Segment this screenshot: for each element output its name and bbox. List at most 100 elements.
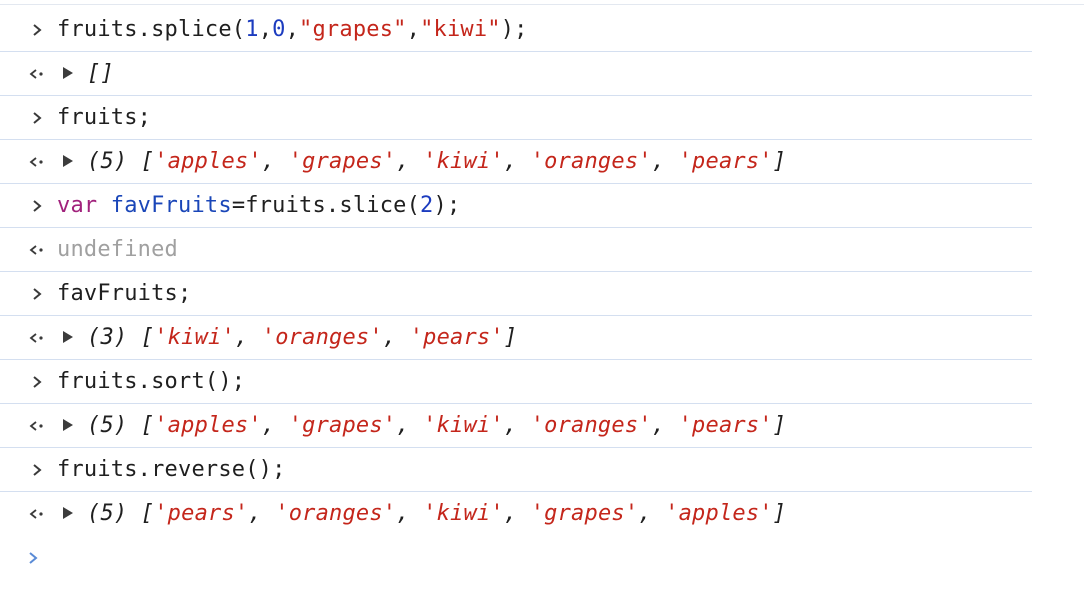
chevron-right-icon xyxy=(26,459,48,481)
array-separator: , xyxy=(261,149,289,174)
console-output-row: (5) ['apples', 'grapes', 'kiwi', 'orange… xyxy=(0,404,1032,448)
triangle-right-icon[interactable] xyxy=(63,419,73,431)
console-top-border xyxy=(0,4,1084,5)
array-item: 'apples' xyxy=(154,413,262,438)
console-output-row: (5) ['apples', 'grapes', 'kiwi', 'orange… xyxy=(0,140,1032,184)
console-input-row: fruits; xyxy=(0,96,1032,140)
array-close-bracket: ] xyxy=(772,501,787,526)
array-separator: , xyxy=(503,501,531,526)
array-item: 'kiwi' xyxy=(423,149,504,174)
array-separator: , xyxy=(638,501,666,526)
array-open-bracket: [ xyxy=(127,149,155,174)
console-input-code[interactable]: fruits; xyxy=(57,96,151,140)
return-arrow-icon xyxy=(26,327,48,349)
console-output-array[interactable]: (5) ['pears', 'oranges', 'kiwi', 'grapes… xyxy=(63,492,786,536)
array-item: 'grapes' xyxy=(288,149,397,174)
console-output-undefined: undefined xyxy=(57,237,179,262)
return-arrow-icon xyxy=(26,503,48,525)
array-open-bracket: [ xyxy=(87,61,101,86)
array-length: (5) xyxy=(87,413,128,438)
console-output-array[interactable]: (5) ['apples', 'grapes', 'kiwi', 'orange… xyxy=(63,140,786,184)
triangle-right-icon[interactable] xyxy=(63,155,73,167)
array-item: 'pears' xyxy=(678,413,773,438)
array-item: 'oranges' xyxy=(530,413,652,438)
chevron-right-icon xyxy=(26,283,48,305)
array-item: 'oranges' xyxy=(530,149,652,174)
console-input-code[interactable]: fruits.sort(); xyxy=(57,360,245,404)
array-open-bracket: [ xyxy=(127,501,155,526)
return-arrow-icon xyxy=(26,151,48,173)
console-input-code[interactable]: fruits.splice(1,0,"grapes","kiwi"); xyxy=(57,8,528,52)
console-input-row: favFruits; xyxy=(0,272,1032,316)
array-separator: , xyxy=(651,413,679,438)
console-input-row: var favFruits=fruits.slice(2); xyxy=(0,184,1032,228)
array-item: 'pears' xyxy=(154,501,249,526)
console-input-row: fruits.sort(); xyxy=(0,360,1032,404)
triangle-right-icon[interactable] xyxy=(63,507,73,519)
array-separator: , xyxy=(396,413,424,438)
code-number: 1 xyxy=(245,17,259,42)
console-input-code[interactable]: favFruits; xyxy=(57,272,191,316)
console-output-value[interactable]: [] xyxy=(63,52,114,96)
console-input-code[interactable]: fruits.reverse(); xyxy=(57,448,286,492)
return-arrow-icon xyxy=(26,415,48,437)
array-item: 'grapes' xyxy=(288,413,397,438)
code-number: 2 xyxy=(420,193,434,218)
code-token: , xyxy=(258,17,273,42)
array-close-bracket: ] xyxy=(772,413,787,438)
console-prompt-row[interactable] xyxy=(0,536,1032,580)
array-item: 'apples' xyxy=(665,501,773,526)
array-separator: , xyxy=(651,149,679,174)
console-output-array[interactable]: (5) ['apples', 'grapes', 'kiwi', 'orange… xyxy=(63,404,786,448)
chevron-right-icon xyxy=(26,195,48,217)
array-open-bracket: [ xyxy=(127,413,155,438)
array-item: 'kiwi' xyxy=(423,413,504,438)
console-output-row: (5) ['pears', 'oranges', 'kiwi', 'grapes… xyxy=(0,492,1032,536)
array-length: (5) xyxy=(87,149,128,174)
code-token: =fruits.slice( xyxy=(231,193,421,218)
array-separator: , xyxy=(396,501,424,526)
code-string: "grapes" xyxy=(299,17,407,42)
array-item: 'grapes' xyxy=(530,501,639,526)
array-item: 'kiwi' xyxy=(423,501,504,526)
array-separator: , xyxy=(248,501,276,526)
array-item: 'oranges' xyxy=(275,501,397,526)
array-separator: , xyxy=(382,325,410,350)
console-output-row: (3) ['kiwi', 'oranges', 'pears'] xyxy=(0,316,1032,360)
devtools-console: fruits.splice(1,0,"grapes","kiwi"); [] f… xyxy=(0,8,1084,580)
array-item: 'pears' xyxy=(678,149,773,174)
array-open-bracket: [ xyxy=(127,325,155,350)
chevron-right-icon xyxy=(26,107,48,129)
chevron-right-icon xyxy=(26,19,48,41)
return-arrow-icon xyxy=(26,63,48,85)
code-token: , xyxy=(285,17,300,42)
array-item: 'apples' xyxy=(154,149,262,174)
array-item: 'oranges' xyxy=(261,325,383,350)
console-output-array[interactable]: (3) ['kiwi', 'oranges', 'pears'] xyxy=(63,316,517,360)
array-close-bracket: ] xyxy=(100,61,114,86)
console-input-code[interactable]: var favFruits=fruits.slice(2); xyxy=(57,184,460,228)
array-length: (3) xyxy=(87,325,128,350)
console-prompt-input[interactable] xyxy=(57,536,957,580)
triangle-right-icon[interactable] xyxy=(63,331,73,343)
code-token: fruits.splice( xyxy=(57,17,246,42)
triangle-right-icon[interactable] xyxy=(63,67,73,79)
array-close-bracket: ] xyxy=(772,149,787,174)
array-item: 'pears' xyxy=(409,325,504,350)
code-string: "kiwi" xyxy=(420,17,501,42)
console-output-row: [] xyxy=(0,52,1032,96)
code-token: ); xyxy=(500,17,528,42)
console-input-row: fruits.splice(1,0,"grapes","kiwi"); xyxy=(0,8,1032,52)
code-identifier: favFruits xyxy=(110,193,232,218)
array-separator: , xyxy=(396,149,424,174)
array-separator: , xyxy=(503,413,531,438)
console-input-row: fruits.reverse(); xyxy=(0,448,1032,492)
array-length: (5) xyxy=(87,501,128,526)
code-keyword: var xyxy=(57,193,98,218)
array-close-bracket: ] xyxy=(503,325,518,350)
code-token: , xyxy=(406,17,421,42)
array-separator: , xyxy=(503,149,531,174)
array-item: 'kiwi' xyxy=(154,325,235,350)
prompt-chevron-icon xyxy=(22,547,44,569)
code-number: 0 xyxy=(272,17,286,42)
